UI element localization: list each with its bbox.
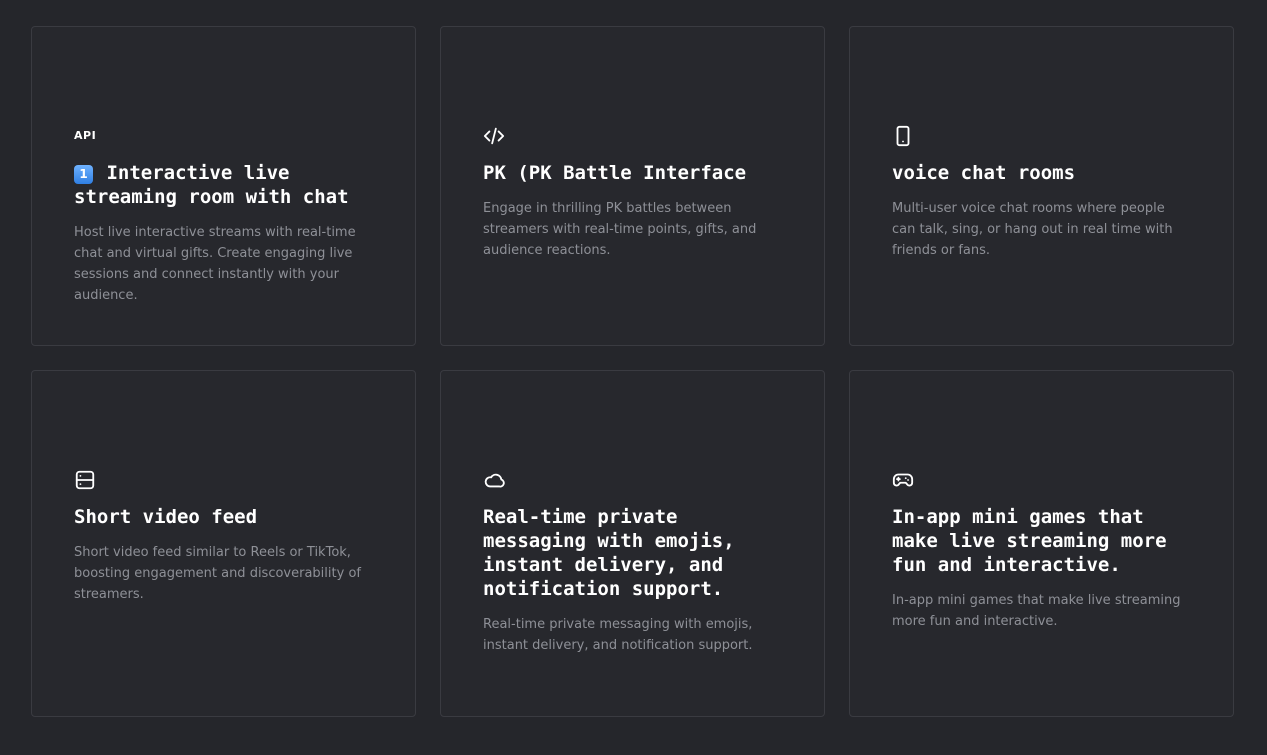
- feature-card-private-messaging: Real-time private messaging with emojis,…: [440, 370, 825, 717]
- api-icon: API: [74, 129, 97, 142]
- feature-card-voice-chat: voice chat rooms Multi-user voice chat r…: [849, 26, 1234, 346]
- code-icon: [483, 125, 505, 147]
- feature-card-pk-battle: PK (PK Battle Interface Engage in thrill…: [440, 26, 825, 346]
- feature-description: Engage in thrilling PK battles between s…: [483, 201, 757, 258]
- feature-description: Real-time private messaging with emojis,…: [483, 617, 753, 653]
- feature-title: In-app mini games that make live streami…: [892, 506, 1167, 576]
- feature-title: PK (PK Battle Interface: [483, 162, 747, 184]
- feature-title: Short video feed: [74, 506, 258, 528]
- keycap-one-icon: 1: [74, 165, 93, 184]
- cloud-icon: [483, 469, 505, 491]
- feature-description: Short video feed similar to Reels or Tik…: [74, 545, 361, 602]
- feature-title: 1 Interactive live streaming room with c…: [74, 162, 349, 208]
- features-grid: API 1 Interactive live streaming room wi…: [31, 26, 1234, 717]
- feature-card-mini-games: In-app mini games that make live streami…: [849, 370, 1234, 717]
- smartphone-icon: [892, 125, 914, 147]
- gamepad-icon: [892, 469, 914, 491]
- feature-title: voice chat rooms: [892, 162, 1076, 184]
- server-icon: [74, 469, 96, 491]
- feature-description: In-app mini games that make live streami…: [892, 593, 1181, 629]
- feature-card-short-video: Short video feed Short video feed simila…: [31, 370, 416, 717]
- feature-description: Multi-user voice chat rooms where people…: [892, 201, 1173, 258]
- feature-title: Real-time private messaging with emojis,…: [483, 506, 735, 600]
- feature-card-live-streaming: API 1 Interactive live streaming room wi…: [31, 26, 416, 346]
- feature-description: Host live interactive streams with real-…: [74, 225, 356, 303]
